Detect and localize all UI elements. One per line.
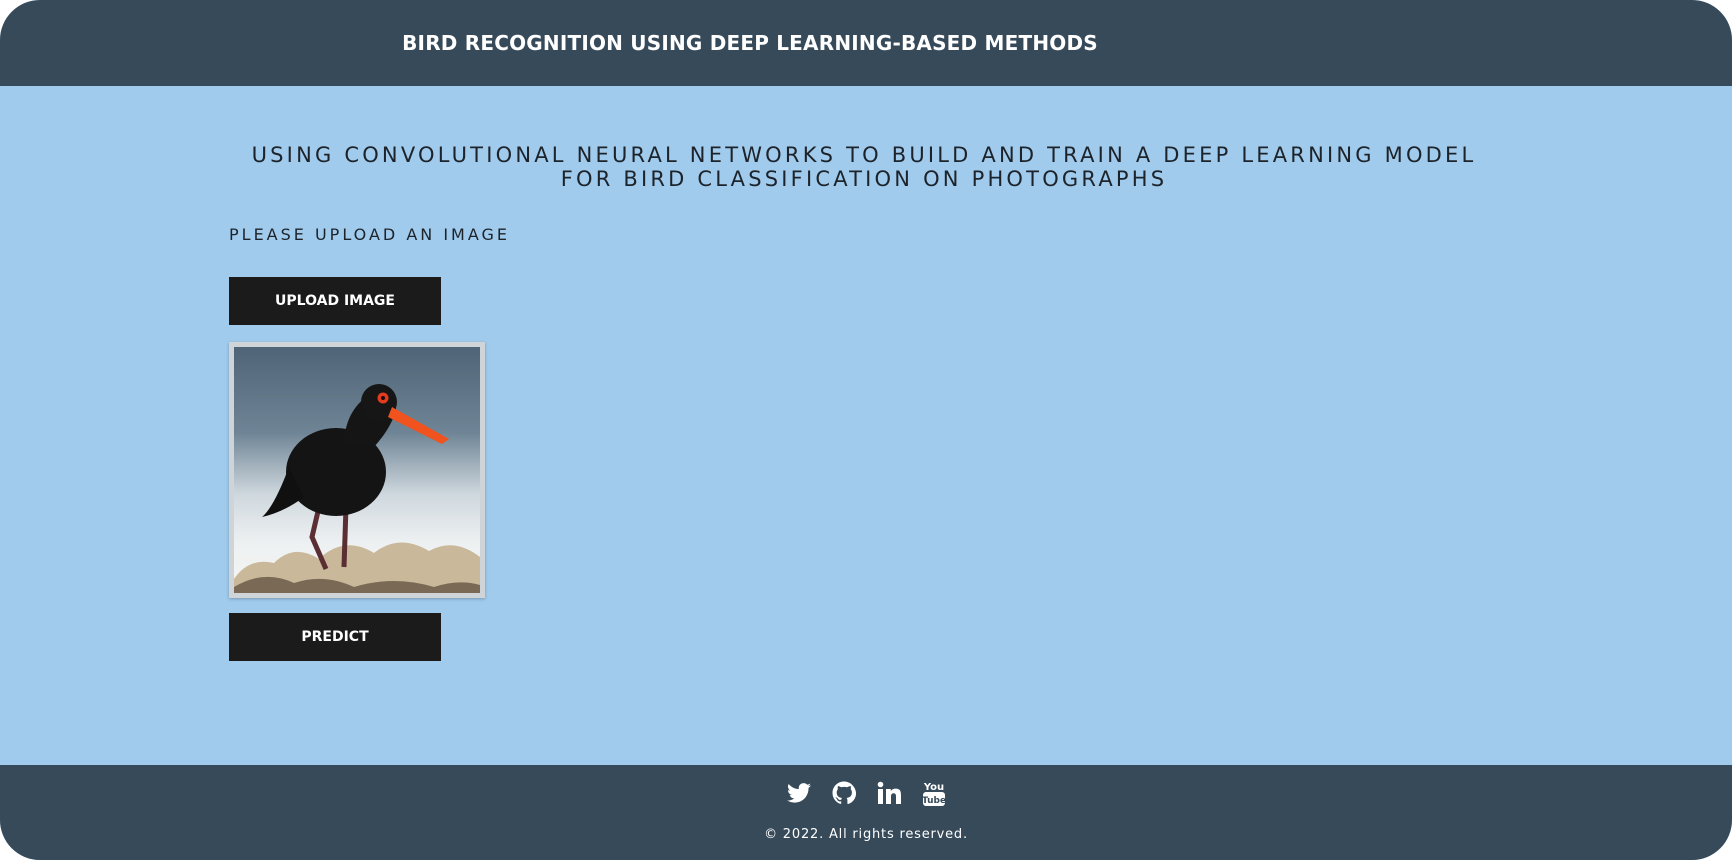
page: BIRD RECOGNITION USING DEEP LEARNING-BAS… (0, 0, 1732, 860)
subtitle: USING CONVOLUTIONAL NEURAL NETWORKS TO B… (251, 143, 1477, 191)
copyright-text: © 2022. All rights reserved. (764, 827, 968, 842)
linkedin-icon[interactable] (876, 779, 902, 807)
youtube-icon[interactable]: You Tube (921, 779, 947, 807)
main-content: USING CONVOLUTIONAL NEURAL NETWORKS TO B… (0, 86, 1732, 765)
image-preview (229, 342, 485, 598)
upload-image-button[interactable]: UPLOAD IMAGE (229, 277, 441, 325)
twitter-icon[interactable] (786, 779, 812, 807)
svg-text:You: You (922, 782, 943, 793)
github-icon[interactable] (831, 779, 857, 807)
upload-prompt: PLEASE UPLOAD AN IMAGE (229, 225, 511, 244)
predict-button[interactable]: PREDICT (229, 613, 441, 661)
page-title: BIRD RECOGNITION USING DEEP LEARNING-BAS… (402, 31, 1098, 55)
bird-photo (234, 347, 480, 593)
footer-bar: You Tube © 2022. All rights reserved. (0, 765, 1732, 860)
svg-text:Tube: Tube (922, 796, 946, 806)
social-links: You Tube (0, 779, 1732, 807)
header-bar: BIRD RECOGNITION USING DEEP LEARNING-BAS… (0, 0, 1732, 86)
